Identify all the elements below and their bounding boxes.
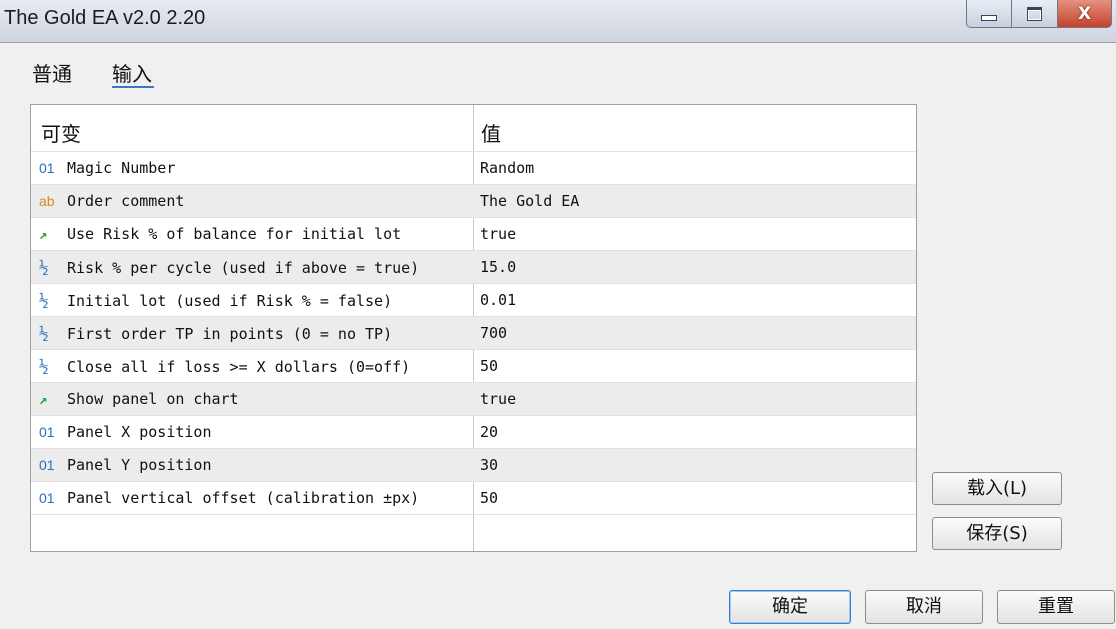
table-row[interactable]: ↗ Use Risk % of balance for initial lot tr… (31, 217, 916, 250)
inputs-table: 可变 值 01 Magic Number Random ab Order comment… (30, 104, 917, 552)
variable-value[interactable]: 20 (480, 416, 498, 449)
minimize-icon (981, 14, 997, 21)
cancel-button[interactable]: 取消 (865, 590, 983, 624)
variable-value[interactable]: Random (480, 152, 534, 185)
reset-button[interactable]: 重置 (997, 590, 1115, 624)
window-title: The Gold EA v2.0 2.20 (4, 7, 206, 29)
empty-row (31, 514, 916, 547)
table-row[interactable]: 01 Magic Number Random (31, 151, 916, 184)
variable-label: Order comment (67, 192, 185, 210)
variable-label: Panel X position (67, 423, 212, 441)
variable-name: 01 Panel vertical offset (calibration ±px… (39, 482, 419, 515)
variable-value[interactable]: 50 (480, 350, 498, 383)
double-icon: ½ (39, 258, 49, 277)
table-row[interactable]: ½ Initial lot (used if Risk % = false) 0.0… (31, 283, 916, 316)
ok-button[interactable]: 确定 (729, 590, 851, 624)
tab-inputs[interactable]: 输入 (112, 58, 152, 87)
close-button[interactable]: X (1058, 0, 1112, 28)
string-icon: ab (39, 193, 55, 209)
variable-label: Initial lot (used if Risk % = false) (67, 292, 393, 310)
double-icon: ½ (39, 357, 49, 376)
header-value[interactable]: 值 (481, 118, 501, 147)
active-tab-indicator (112, 86, 154, 88)
int-icon: 01 (39, 160, 55, 176)
table-row[interactable]: ½ First order TP in points (0 = no TP) 700 (31, 316, 916, 349)
variable-value[interactable]: true (480, 383, 516, 416)
variable-label: Close all if loss >= X dollars (0=off) (67, 358, 411, 376)
variable-name: ↗ Show panel on chart (39, 383, 239, 416)
int-icon: 01 (39, 424, 55, 440)
variable-value[interactable]: 50 (480, 482, 498, 515)
variable-value[interactable]: The Gold EA (480, 185, 579, 218)
int-icon: 01 (39, 490, 55, 506)
variable-name: ½ Initial lot (used if Risk % = false) (39, 284, 392, 317)
table-row[interactable]: ½ Risk % per cycle (used if above = true)… (31, 250, 916, 283)
variable-name: 01 Panel X position (39, 416, 212, 449)
title-bar[interactable]: The Gold EA v2.0 2.20 X (0, 0, 1116, 43)
variable-value[interactable]: true (480, 218, 516, 251)
variable-name: 01 Panel Y position (39, 449, 212, 482)
double-icon: ½ (39, 291, 49, 310)
save-button[interactable]: 保存(S) (932, 517, 1062, 550)
double-icon: ½ (39, 324, 49, 343)
tab-common[interactable]: 普通 (32, 58, 72, 87)
table-row[interactable]: 01 Panel vertical offset (calibration ±px… (31, 481, 916, 514)
load-button[interactable]: 载入(L) (932, 472, 1062, 505)
variable-label: Risk % per cycle (used if above = true) (67, 259, 420, 277)
int-icon: 01 (39, 457, 55, 473)
variable-name: ½ Risk % per cycle (used if above = true) (39, 251, 419, 284)
variable-name: ↗ Use Risk % of balance for initial lot (39, 218, 401, 251)
variable-label: Show panel on chart (67, 390, 239, 408)
variable-label: Magic Number (67, 159, 176, 177)
minimize-button[interactable] (966, 0, 1012, 28)
window-controls: X (966, 0, 1112, 30)
variable-label: Use Risk % of balance for initial lot (67, 225, 402, 243)
variable-value[interactable]: 15.0 (480, 251, 516, 284)
table-row[interactable]: ab Order comment The Gold EA (31, 184, 916, 217)
variable-label: Panel vertical offset (calibration ±px) (67, 489, 420, 507)
maximize-icon (1027, 6, 1042, 21)
table-row[interactable]: 01 Panel Y position 30 (31, 448, 916, 481)
variable-label: First order TP in points (0 = no TP) (67, 325, 393, 343)
table-row[interactable]: 01 Panel X position 20 (31, 415, 916, 448)
variable-name: ½ First order TP in points (0 = no TP) (39, 317, 392, 350)
variable-value[interactable]: 30 (480, 449, 498, 482)
table-row[interactable]: ↗ Show panel on chart true (31, 382, 916, 415)
variable-value[interactable]: 0.01 (480, 284, 516, 317)
maximize-button[interactable] (1012, 0, 1058, 28)
close-icon: X (1077, 3, 1092, 24)
bool-icon: ↗ (39, 392, 48, 408)
variable-name: 01 Magic Number (39, 152, 175, 185)
table-header: 可变 值 (31, 105, 916, 151)
variable-name: ab Order comment (39, 185, 184, 218)
variable-name: ½ Close all if loss >= X dollars (0=off) (39, 350, 410, 383)
table-row[interactable]: ½ Close all if loss >= X dollars (0=off) 5… (31, 349, 916, 382)
header-variable[interactable]: 可变 (41, 118, 81, 147)
bool-icon: ↗ (39, 227, 48, 243)
variable-label: Panel Y position (67, 456, 212, 474)
variable-value[interactable]: 700 (480, 317, 507, 350)
